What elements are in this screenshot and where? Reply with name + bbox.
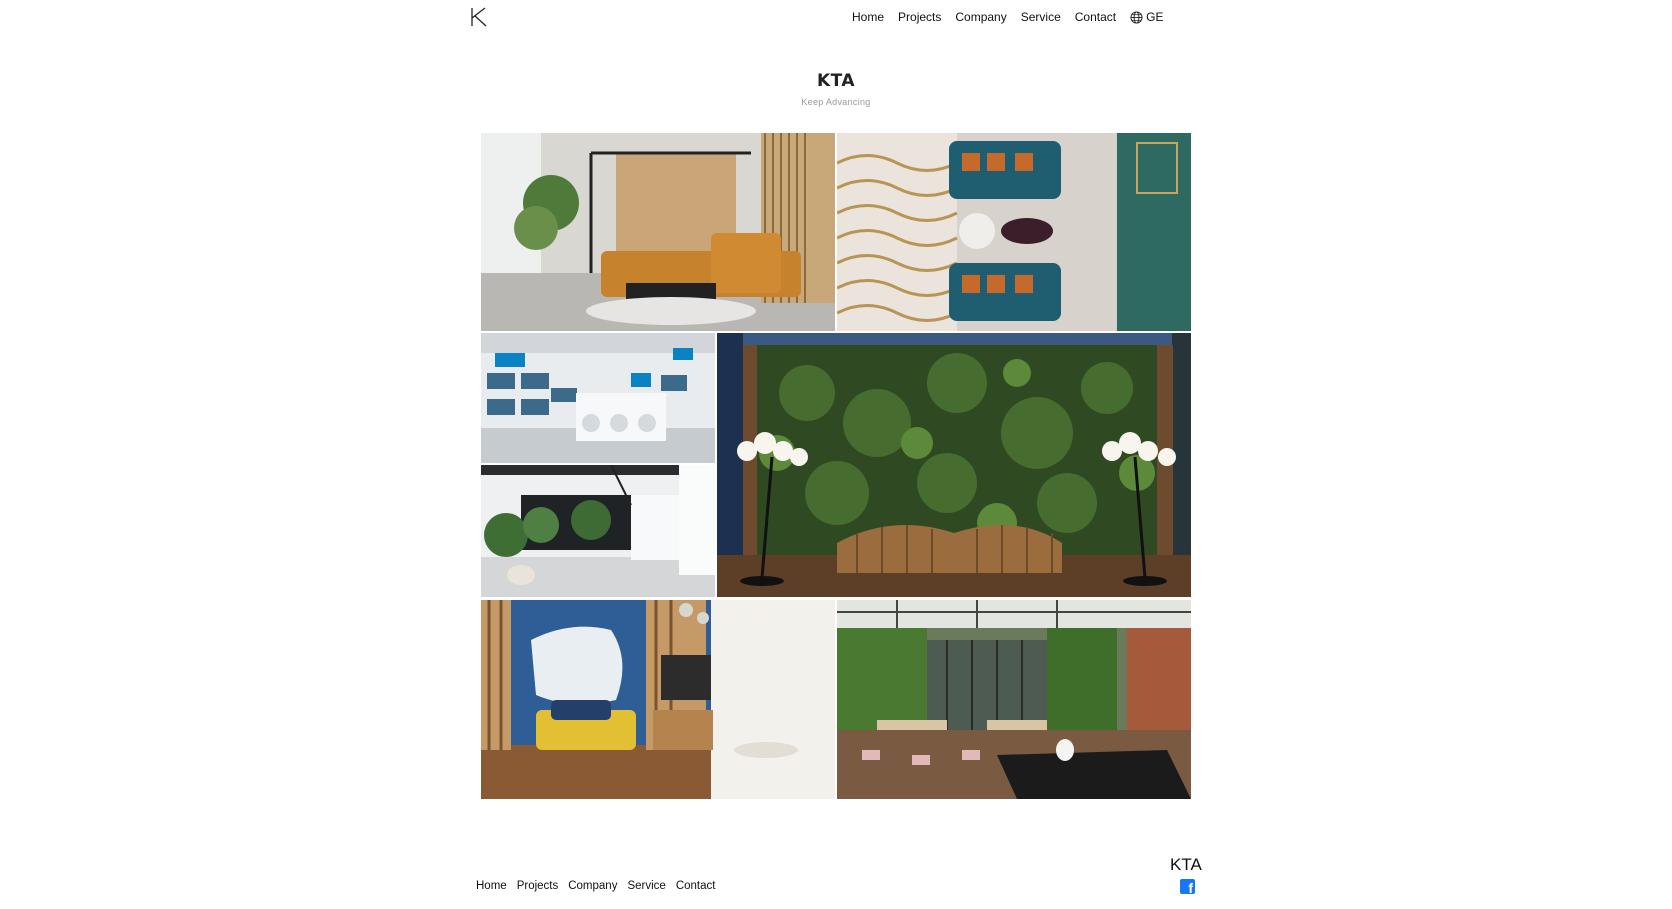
nav-home[interactable]: Home [852, 10, 884, 24]
top-navigation: Home Projects Company Service Contact GE [852, 10, 1177, 24]
footer-navigation: Home Projects Company Service Contact [476, 880, 725, 892]
gallery-image-showroom-washers[interactable] [481, 333, 715, 463]
gallery-image-restaurant[interactable] [837, 600, 1191, 799]
footer-nav-company[interactable]: Company [568, 880, 617, 892]
footer-nav-contact[interactable]: Contact [676, 880, 716, 892]
page-title: KTA [816, 71, 856, 91]
nav-service[interactable]: Service [1021, 10, 1061, 24]
page-tagline: Keep Advancing [801, 97, 871, 107]
footer-nav-home[interactable]: Home [476, 880, 507, 892]
footer-brand: KTA [1170, 855, 1202, 874]
footer-nav-service[interactable]: Service [627, 880, 665, 892]
gallery-image-green-wall[interactable] [717, 333, 1191, 597]
nav-company[interactable]: Company [955, 10, 1006, 24]
footer-nav-projects[interactable]: Projects [517, 880, 559, 892]
gallery-image-lounge-aerial[interactable] [837, 133, 1191, 331]
globe-icon [1130, 10, 1143, 24]
kta-logo-icon[interactable] [470, 6, 488, 28]
gallery-image-bedroom[interactable] [481, 600, 835, 799]
gallery-image-showroom-entrance[interactable] [481, 465, 715, 597]
nav-projects[interactable]: Projects [898, 10, 941, 24]
facebook-icon[interactable]: f [1180, 879, 1195, 894]
gallery-image-living-room[interactable] [481, 133, 835, 331]
language-selector[interactable]: GE [1130, 10, 1177, 24]
language-label: GE [1146, 10, 1164, 24]
nav-contact[interactable]: Contact [1075, 10, 1116, 24]
